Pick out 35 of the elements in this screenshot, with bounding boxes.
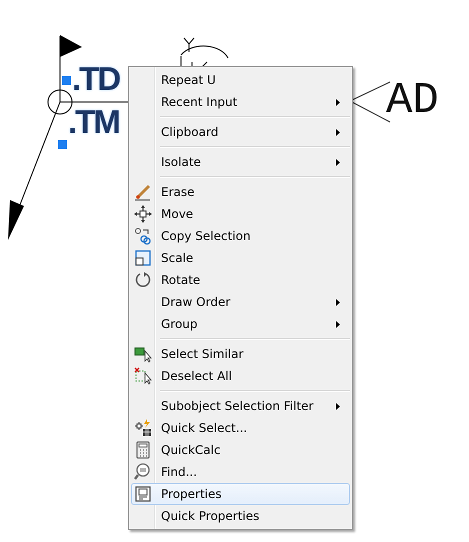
menu-item[interactable]: Erase — [131, 181, 350, 203]
select-similar-icon — [134, 345, 152, 363]
scale-squares-icon — [134, 249, 152, 267]
menu-item[interactable]: Quick Properties — [131, 505, 350, 527]
menu-item[interactable]: Scale — [131, 247, 350, 269]
menu-item[interactable]: Group — [131, 313, 350, 335]
properties-panel-icon — [134, 485, 152, 503]
menu-item[interactable]: Select Similar — [131, 343, 350, 365]
grip-handle[interactable] — [62, 76, 71, 85]
move-arrows-icon — [134, 205, 152, 223]
menu-item[interactable]: Move — [131, 203, 350, 225]
text-label: .TM — [68, 105, 119, 138]
menu-item[interactable]: Rotate — [131, 269, 350, 291]
rotate-circle-icon — [134, 271, 152, 289]
menu-item[interactable]: Clipboard — [131, 121, 350, 143]
deselect-icon — [134, 367, 152, 385]
menu-item[interactable]: Draw Order — [131, 291, 350, 313]
quick-select-icon — [134, 419, 152, 437]
tag-text: AD — [386, 79, 439, 123]
menu-item[interactable]: Quick Select... — [131, 417, 350, 439]
menu-item[interactable]: Isolate — [131, 151, 350, 173]
circles-icon — [134, 227, 152, 245]
menu-item[interactable]: Repeat U — [131, 69, 350, 91]
menu-item[interactable]: QuickCalc — [131, 439, 350, 461]
calculator-icon — [134, 441, 152, 459]
magnifier-icon — [134, 463, 152, 481]
menu-item[interactable]: Copy Selection — [131, 225, 350, 247]
menu-item[interactable]: Properties — [131, 483, 350, 505]
menu-item[interactable]: Deselect All — [131, 365, 350, 387]
grip-handle[interactable] — [58, 140, 67, 149]
text-label: .TD — [72, 62, 120, 95]
menu-item[interactable]: Find... — [131, 461, 350, 483]
menu-item[interactable]: Subobject Selection Filter — [131, 395, 350, 417]
menu-item[interactable]: Recent Input — [131, 91, 350, 113]
pencil-icon — [134, 183, 152, 201]
